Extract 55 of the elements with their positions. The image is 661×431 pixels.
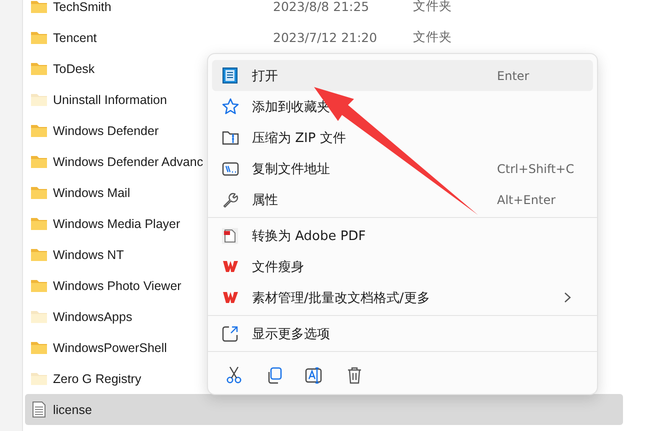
shortcut-text: Alt+Enter [497, 192, 557, 206]
menu-item[interactable]: 复制文件地址 Ctrl+Shift+C [212, 153, 593, 184]
date-modified: 2023/8/8 21:25 [273, 0, 370, 14]
file-name: Zero G Registry [53, 372, 142, 386]
file-row[interactable]: WindowsPowerShell [25, 332, 167, 363]
file-name: Windows Media Player [53, 216, 180, 230]
file-name: Tencent [53, 30, 98, 44]
wps-icon [222, 260, 239, 273]
file-row[interactable]: Tencent 2023/7/12 21:20 文件夹 [25, 22, 480, 53]
file-name: Windows Mail [53, 186, 130, 200]
star-icon [222, 98, 239, 115]
file-row[interactable]: Windows Media Player [25, 208, 180, 239]
file-name: license [53, 402, 92, 416]
menu-item[interactable]: 素材管理/批量改文档格式/更多 [212, 282, 593, 313]
file-row[interactable]: ToDesk [25, 53, 95, 84]
file-row[interactable]: Windows Defender Advanc [25, 146, 204, 177]
file-name: Uninstall Information [53, 92, 167, 106]
menu-item[interactable]: 属性 Alt+Enter [212, 184, 593, 215]
wps-icon [222, 291, 239, 304]
expand-icon [222, 326, 238, 342]
pdf-icon [222, 228, 238, 244]
file-name: Windows Defender [53, 124, 159, 138]
file-name: TechSmith [53, 0, 112, 14]
zipped-folder-icon [222, 130, 239, 145]
copy-icon [266, 366, 282, 384]
file-name: Windows Photo Viewer [53, 278, 182, 292]
shortcut-text: Enter [497, 68, 530, 82]
file-type: 文件夹 [413, 29, 452, 46]
file-row[interactable]: Windows Defender [25, 115, 159, 146]
file-row[interactable]: license [25, 394, 623, 425]
file-row[interactable]: Windows NT [25, 239, 124, 270]
file-name: WindowsPowerShell [53, 340, 167, 354]
menu-item[interactable]: 打开 Enter [212, 60, 593, 91]
menu-item[interactable]: 压缩为 ZIP 文件 [212, 122, 593, 153]
shortcut-text: Ctrl+Shift+C [497, 162, 576, 176]
file-row[interactable]: Windows Photo Viewer [25, 270, 182, 301]
menu-item[interactable]: 文件瘦身 [212, 251, 593, 282]
path-icon [222, 162, 239, 176]
date-modified: 2023/7/12 21:20 [273, 30, 378, 45]
file-row[interactable]: Windows Mail [25, 177, 130, 208]
file-name: WindowsApps [53, 310, 132, 324]
file-row[interactable]: Zero G Registry [25, 363, 142, 394]
menu-item[interactable]: 转换为 Adobe PDF [212, 220, 593, 251]
file-row[interactable]: WindowsApps [25, 301, 132, 332]
file-name: Windows Defender Advanc [53, 154, 204, 168]
rename-icon [305, 366, 323, 384]
wrench-icon [222, 192, 238, 208]
file-row[interactable]: Uninstall Information [25, 84, 167, 115]
notepad-icon [222, 67, 238, 84]
delete-icon [346, 366, 362, 384]
file-name: Windows NT [53, 248, 124, 262]
menu-item[interactable]: 显示更多选项 [212, 318, 593, 349]
cut-icon [226, 366, 242, 384]
file-name: ToDesk [53, 62, 95, 76]
chevron-icon [564, 292, 571, 303]
